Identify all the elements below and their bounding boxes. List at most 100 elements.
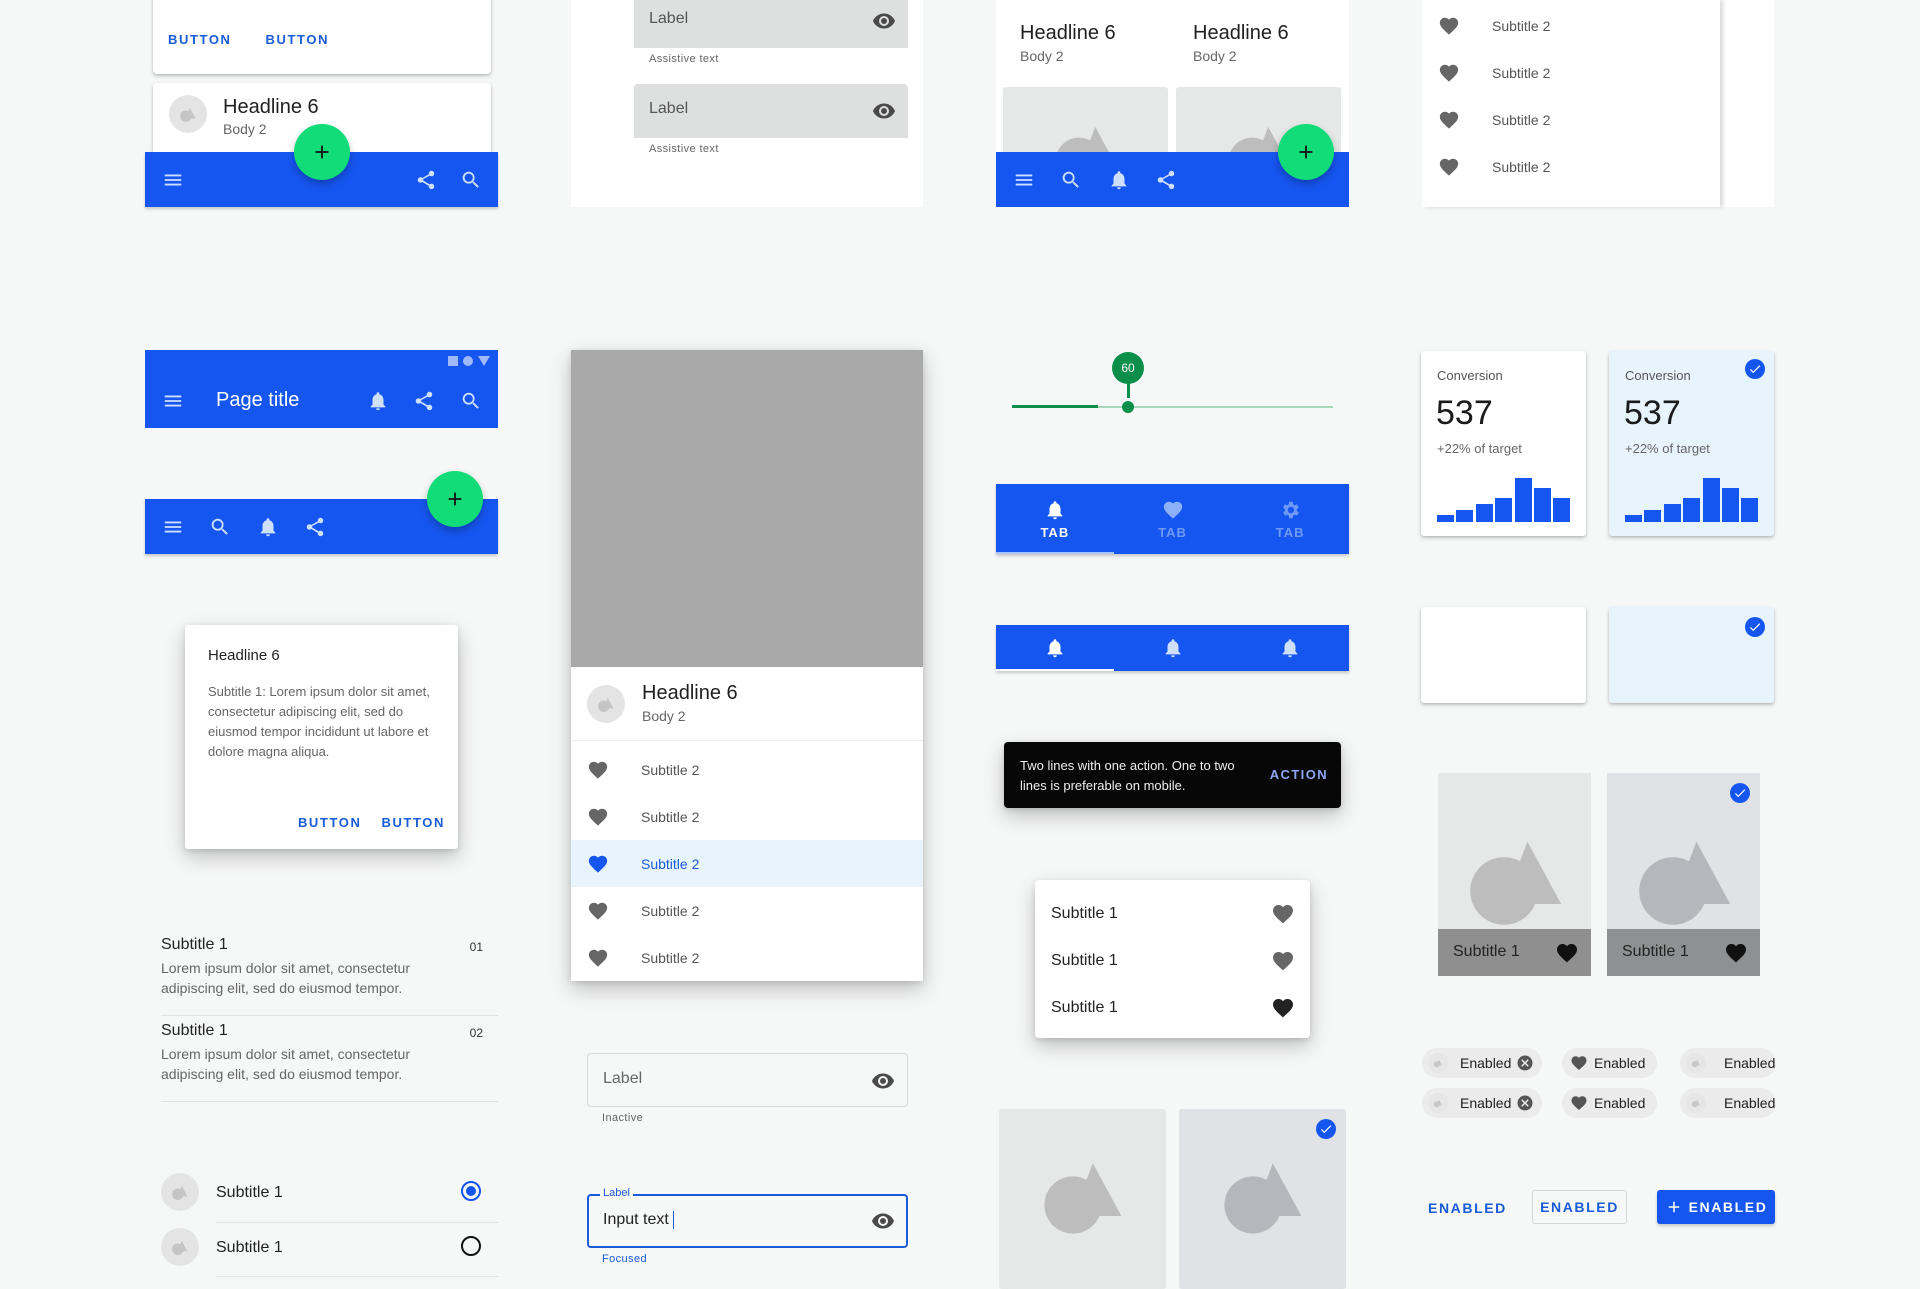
heart-icon[interactable] [1271,996,1295,1020]
heart-icon[interactable] [1724,941,1748,965]
bell-icon [1044,637,1066,659]
status-circle-icon [463,356,473,366]
slider-thumb[interactable] [1122,401,1134,413]
stat-card-selected[interactable]: Conversion 537 +22% of target [1609,351,1774,536]
tab-2[interactable]: TAB [1114,484,1232,554]
list-item[interactable]: Subtitle 2 [571,887,923,934]
snackbar: Two lines with one action. One to two li… [1004,742,1341,808]
radio-list-item[interactable]: Subtitle 1 [161,1173,498,1228]
stat-bar [1644,510,1662,522]
chip-avatar[interactable]: Enabled [1680,1048,1776,1078]
radio-unselected[interactable] [461,1236,481,1256]
chip-label: Enabled [1460,1055,1512,1071]
search-icon[interactable] [460,390,482,412]
tab-1[interactable]: TAB [996,484,1114,554]
fab-add-button-3[interactable] [1278,124,1334,180]
heart-icon[interactable] [1271,949,1295,973]
icon-tab-2[interactable] [1114,625,1232,671]
dialog-button-1[interactable]: BUTTON [298,815,362,830]
image-caption-bar: Subtitle 1 [1438,929,1591,976]
field-label: Label [649,100,689,117]
heart-icon [1438,156,1460,178]
list-item[interactable]: Subtitle 2 [571,746,923,793]
menu-icon[interactable] [162,169,184,191]
eye-icon[interactable] [872,99,896,123]
list-item[interactable]: Subtitle 1 02 Lorem ipsum dolor sit amet… [161,1016,498,1102]
list-item[interactable]: Subtitle 2 [571,840,923,887]
card-button-2[interactable]: BUTTON [266,32,330,47]
drawer-item[interactable]: Subtitle 2 [1422,143,1720,190]
eye-icon[interactable] [872,9,896,33]
drawer-item[interactable]: Subtitle 2 [1422,2,1720,49]
chip-avatar[interactable]: Enabled [1680,1088,1776,1118]
bell-icon[interactable] [1108,169,1130,191]
heart-icon [1162,499,1184,521]
share-icon[interactable] [415,169,437,191]
heart-icon [587,806,609,828]
bell-icon[interactable] [367,390,389,412]
image-card-selected[interactable]: Subtitle 1 [1607,773,1760,976]
image-tile[interactable] [999,1109,1166,1289]
list-item[interactable]: Subtitle 1 01 Lorem ipsum dolor sit amet… [161,930,498,1016]
fab-add-button-2[interactable] [427,471,483,527]
text-button[interactable]: ENABLED [1428,1200,1507,1216]
eye-icon[interactable] [871,1209,895,1233]
filled-text-field-1[interactable]: Label [634,0,908,48]
stat-bar [1475,504,1493,522]
radio-selected[interactable] [461,1181,481,1201]
share-icon[interactable] [1155,169,1177,191]
image-card[interactable]: Subtitle 1 [1438,773,1591,976]
chip-icon[interactable]: Enabled [1562,1088,1657,1118]
drawer-item[interactable]: Subtitle 2 [1422,96,1720,143]
snackbar-action[interactable]: ACTION [1270,767,1328,782]
empty-card[interactable] [1421,607,1586,703]
cancel-icon[interactable] [1516,1054,1534,1072]
search-icon[interactable] [460,169,482,191]
outlined-field-focused[interactable]: Label Input text [587,1187,908,1248]
fab-add-button[interactable] [294,124,350,180]
chip-input[interactable]: Enabled [1422,1048,1542,1078]
menu-icon[interactable] [162,516,184,538]
chip-icon[interactable]: Enabled [1562,1048,1657,1078]
discrete-slider[interactable]: 60 [1012,350,1333,420]
share-icon[interactable] [304,516,326,538]
dialog-button-2[interactable]: BUTTON [381,815,445,830]
menu-item[interactable]: Subtitle 1 [1035,890,1310,937]
filled-text-field-2[interactable]: Label [634,84,908,138]
list-item[interactable]: Subtitle 2 [571,934,923,981]
image-placeholder [571,350,923,667]
bell-icon[interactable] [257,516,279,538]
eye-icon[interactable] [871,1069,895,1093]
search-icon[interactable] [1060,169,1082,191]
menu: Subtitle 1 Subtitle 1 Subtitle 1 [1035,880,1310,1038]
heart-icon[interactable] [1555,941,1579,965]
menu-item[interactable]: Subtitle 1 [1035,984,1310,1031]
menu-icon[interactable] [162,390,184,412]
cancel-icon[interactable] [1516,1094,1534,1112]
menu-item[interactable]: Subtitle 1 [1035,937,1310,984]
heart-icon[interactable] [1271,902,1295,926]
search-icon[interactable] [209,516,231,538]
chip-input[interactable]: Enabled [1422,1088,1542,1118]
drawer-item-label: Subtitle 2 [1492,64,1551,81]
menu-icon[interactable] [1013,169,1035,191]
radio-list-item[interactable]: Subtitle 1 [161,1228,498,1283]
icon-tab-1[interactable] [996,625,1114,671]
avatar [1428,1053,1448,1073]
image-tile-selected[interactable] [1179,1109,1346,1289]
card-title: Headline 6 [1193,22,1289,44]
contained-button[interactable]: ENABLED [1657,1190,1775,1224]
stat-card[interactable]: Conversion 537 +22% of target [1421,351,1586,536]
dialog-body: Subtitle 1: Lorem ipsum dolor sit amet, … [208,684,430,759]
field-label: Label [603,1070,643,1087]
share-icon[interactable] [413,390,435,412]
empty-card-selected[interactable] [1609,607,1774,703]
list-item-meta: 01 [469,940,483,954]
drawer-item[interactable]: Subtitle 2 [1422,49,1720,96]
list-item[interactable]: Subtitle 2 [571,793,923,840]
icon-tab-3[interactable] [1231,625,1349,671]
card-button-1[interactable]: BUTTON [168,32,232,47]
outlined-button[interactable]: ENABLED [1532,1190,1627,1224]
outlined-field-inactive[interactable]: Label [587,1053,908,1107]
tab-3[interactable]: TAB [1231,484,1349,554]
